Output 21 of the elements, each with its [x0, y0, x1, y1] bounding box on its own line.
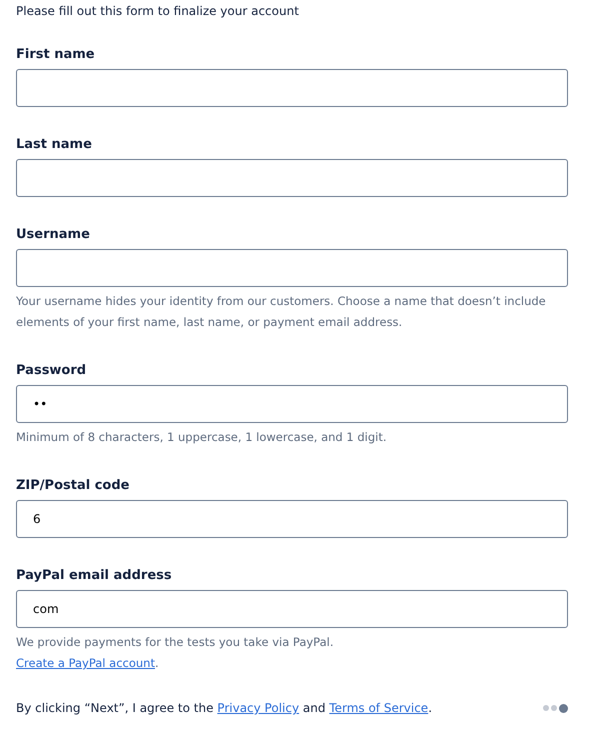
field-label: Last name — [16, 137, 93, 153]
help-text: Minimum of 8 characters, 1 uppercase, 1 lowercase, and 1 digit. — [16, 429, 388, 446]
field-label: First name — [16, 47, 96, 63]
agreement-text: By clicking “Next”, I agree to the Privacy Policy and Terms of Service. — [16, 701, 432, 715]
link[interactable]: Create a PayPal account — [16, 656, 155, 670]
field-label: Password — [16, 363, 88, 379]
help-text: Your username hides your identity from our customers. Choose a name that doesn’t include elements of your first name, last name, or payment email address. — [16, 293, 547, 331]
input-field[interactable]: •• — [16, 385, 568, 423]
input-field[interactable]: com — [16, 590, 568, 628]
field-label: ZIP/Postal code — [16, 478, 130, 494]
link[interactable]: Terms of Service — [329, 701, 428, 715]
link[interactable]: Privacy Policy — [217, 701, 300, 715]
input-field[interactable] — [16, 159, 568, 197]
input-field[interactable] — [16, 69, 568, 107]
help-text: Create a PayPal account. — [16, 655, 160, 672]
field-label: PayPal email address — [16, 568, 173, 584]
input-field[interactable] — [16, 249, 568, 287]
input-field[interactable]: 6 — [16, 500, 568, 538]
intro-text: Please fill out this form to finalize your account — [16, 3, 300, 19]
field-label: Username — [16, 227, 91, 243]
help-text: We provide payments for the tests you take via PayPal. — [16, 634, 334, 651]
